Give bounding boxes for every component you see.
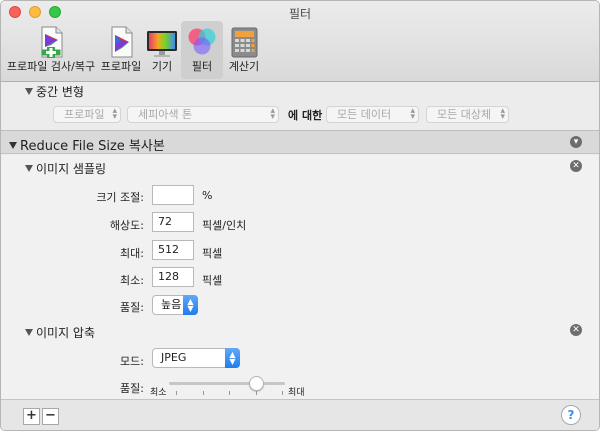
- popup-value: 높음: [161, 298, 182, 311]
- profile-first-aid-icon: [41, 26, 63, 58]
- scale-label: 크기 조절:: [96, 191, 144, 204]
- min-label: 최소:: [120, 274, 144, 287]
- up-down-chevron-icon: ▴ ▾: [270, 106, 275, 122]
- popup-value: 모든 데이터: [337, 108, 392, 121]
- max-unit: 픽셀: [202, 247, 223, 260]
- quality-slider-thumb[interactable]: [248, 376, 264, 391]
- toolbar-item-label: 계산기: [228, 60, 260, 73]
- bottom-bar: + − ?: [1, 399, 599, 430]
- max-field[interactable]: 512: [152, 240, 194, 260]
- filter-header-toggle[interactable]: Reduce File Size 복사본: [9, 135, 165, 154]
- slider-tick: [176, 391, 177, 395]
- sampling-section-title: 이미지 샘플링: [36, 162, 107, 176]
- disclosure-triangle-icon: [9, 142, 17, 149]
- intermediate-object-popup[interactable]: 모든 대상체 ▴ ▾: [426, 106, 509, 123]
- popup-value: 모든 대상체: [437, 108, 492, 121]
- resolution-unit: 픽셀/인치: [202, 219, 247, 232]
- remove-sampling-close-icon[interactable]: ✕: [570, 160, 582, 172]
- calculator-icon: [231, 27, 258, 58]
- compression-section-title: 이미지 압축: [36, 326, 96, 340]
- filter-options-chevron-icon[interactable]: ▾: [570, 136, 582, 148]
- toolbar-item-label: 프로파일 검사/복구: [6, 60, 96, 73]
- slider-tick: [282, 391, 283, 395]
- intermediate-data-popup[interactable]: 모든 데이터 ▴ ▾: [326, 106, 419, 123]
- filter-window: 필터 프로파일 검사/복구 프로파일 기기 필터 계산기 중간 변형 프로파일 …: [0, 0, 600, 431]
- toolbar-item-filters[interactable]: 필터: [181, 21, 223, 79]
- toolbar-item-profile-first-aid[interactable]: 프로파일 검사/복구: [5, 21, 97, 79]
- slider-tick: [256, 391, 257, 395]
- max-label: 최대:: [120, 247, 144, 260]
- content-area: 중간 변형 프로파일 ▴ ▾ 세피아색 톤 ▴ ▾ 에 대한 모든 데이터 ▴ ▾ 모…: [1, 82, 599, 399]
- slider-tick: [229, 391, 230, 395]
- help-button[interactable]: ?: [561, 405, 581, 425]
- for-label: 에 대한: [288, 109, 323, 122]
- remove-button[interactable]: −: [42, 408, 59, 425]
- slider-tick: [203, 391, 204, 395]
- quality-min-label: 최소: [150, 388, 167, 398]
- up-down-chevron-icon: ▴ ▾: [112, 106, 117, 122]
- min-unit: 픽셀: [202, 274, 223, 287]
- filter-header[interactable]: Reduce File Size 복사본 ▾: [1, 130, 599, 154]
- profiles-icon: [111, 26, 133, 58]
- mode-label: 모드:: [120, 355, 144, 368]
- toolbar-item-label: 프로파일: [100, 60, 142, 73]
- up-down-chevron-icon: ▴ ▾: [410, 106, 415, 122]
- up-down-chevron-icon: ▲ ▼: [183, 295, 198, 315]
- up-down-chevron-icon: ▲ ▼: [225, 348, 240, 368]
- sampling-section-toggle[interactable]: 이미지 샘플링: [25, 160, 106, 177]
- intermediate-profile-popup[interactable]: 프로파일 ▴ ▾: [53, 106, 121, 123]
- toolbar-item-calculator[interactable]: 계산기: [225, 21, 263, 79]
- toolbar-item-label: 기기: [151, 60, 173, 73]
- scale-unit: %: [202, 189, 213, 202]
- compression-section-toggle[interactable]: 이미지 압축: [25, 324, 95, 341]
- sampling-quality-label: 품질:: [120, 301, 144, 314]
- add-button[interactable]: +: [23, 408, 40, 425]
- filter-panel: 이미지 샘플링 ✕ 크기 조절: % 해상도: 72 픽셀/인치 최대: 512…: [1, 155, 599, 399]
- popup-value: 프로파일: [64, 108, 105, 121]
- compression-mode-popup[interactable]: JPEG ▲ ▼: [152, 348, 240, 368]
- quality-slider-track[interactable]: [169, 382, 285, 385]
- min-field[interactable]: 128: [152, 267, 194, 287]
- intermediate-section-title: 중간 변형: [36, 85, 84, 99]
- toolbar-item-profiles[interactable]: 프로파일: [99, 21, 143, 79]
- intermediate-effect-popup[interactable]: 세피아색 톤 ▴ ▾: [127, 106, 279, 123]
- disclosure-triangle-icon: [25, 88, 33, 95]
- filter-title: Reduce File Size 복사본: [20, 139, 165, 154]
- quality-max-label: 최대: [288, 388, 305, 398]
- toolbar-item-devices[interactable]: 기기: [145, 21, 179, 79]
- sampling-quality-popup[interactable]: 높음 ▲ ▼: [152, 295, 198, 315]
- resolution-label: 해상도:: [109, 219, 144, 232]
- popup-value: JPEG: [161, 351, 187, 364]
- popup-value: 세피아색 톤: [138, 108, 193, 121]
- resolution-field[interactable]: 72: [152, 212, 194, 232]
- window-title: 필터: [288, 7, 312, 21]
- intermediate-section-toggle[interactable]: 중간 변형: [25, 83, 84, 100]
- remove-compression-close-icon[interactable]: ✕: [570, 324, 582, 336]
- scale-field[interactable]: [152, 185, 194, 205]
- disclosure-triangle-icon: [25, 329, 33, 336]
- title-toolbar: 필터 프로파일 검사/복구 프로파일 기기 필터 계산기: [1, 1, 599, 82]
- up-down-chevron-icon: ▴ ▾: [500, 106, 505, 122]
- filters-icon: [188, 28, 216, 55]
- disclosure-triangle-icon: [25, 165, 33, 172]
- compression-quality-label: 품질:: [120, 382, 144, 395]
- devices-icon: [147, 31, 177, 57]
- toolbar-item-label: 필터: [191, 60, 213, 73]
